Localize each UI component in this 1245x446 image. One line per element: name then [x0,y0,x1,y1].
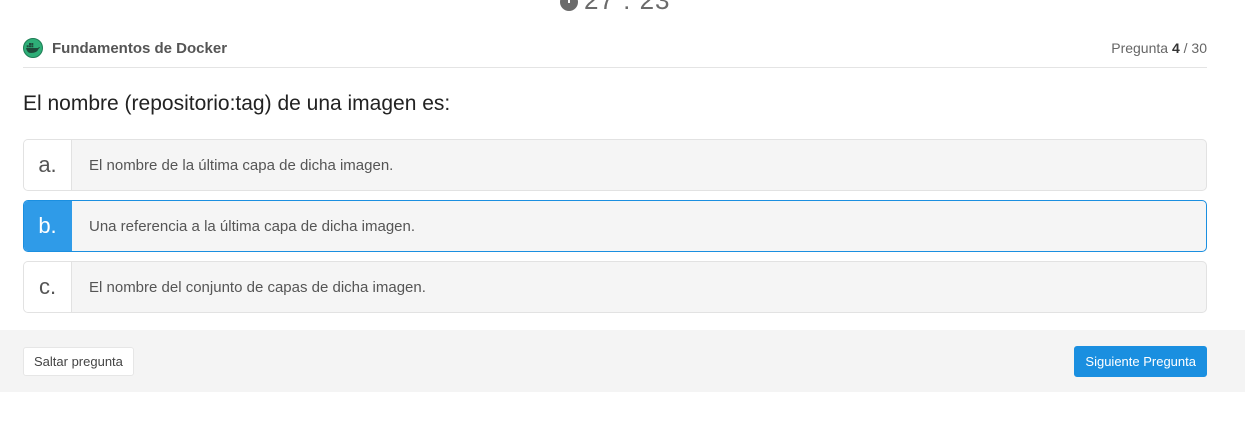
countdown-timer: 27 : 23 [560,0,671,14]
option-letter: b. [24,201,72,251]
option-text: Una referencia a la última capa de dicha… [89,217,416,235]
option-letter: c. [24,262,72,312]
question-current: 4 [1171,40,1180,56]
answer-option-c[interactable]: c. El nombre del conjunto de capas de di… [23,261,1207,313]
course-info: Fundamentos de Docker [23,38,227,58]
answer-option-b[interactable]: b. Una referencia a la última capa de di… [23,200,1207,252]
next-question-button[interactable]: Siguiente Pregunta [1074,346,1207,377]
quiz-footer: Saltar pregunta Siguiente Pregunta [0,330,1245,392]
answer-option-a[interactable]: a. El nombre de la última capa de dicha … [23,139,1207,191]
question-counter: Pregunta 4 / 30 [1111,40,1207,56]
option-text: El nombre del conjunto de capas de dicha… [89,278,426,296]
quiz-header: Fundamentos de Docker Pregunta 4 / 30 [23,36,1207,68]
question-total: / 30 [1183,40,1207,56]
timer-value: 27 : 23 [584,0,671,15]
docker-whale-icon [23,38,43,58]
skip-question-button[interactable]: Saltar pregunta [23,347,134,376]
quiz-page: 27 : 23 Fundamentos de Docker Pregunta 4… [0,0,1245,446]
clock-icon [560,0,578,11]
question-text: El nombre (repositorio:tag) de una image… [23,92,451,115]
course-title: Fundamentos de Docker [52,39,228,57]
question-counter-label: Pregunta [1111,40,1169,56]
option-letter: a. [24,140,72,190]
option-text: El nombre de la última capa de dicha ima… [89,156,394,174]
